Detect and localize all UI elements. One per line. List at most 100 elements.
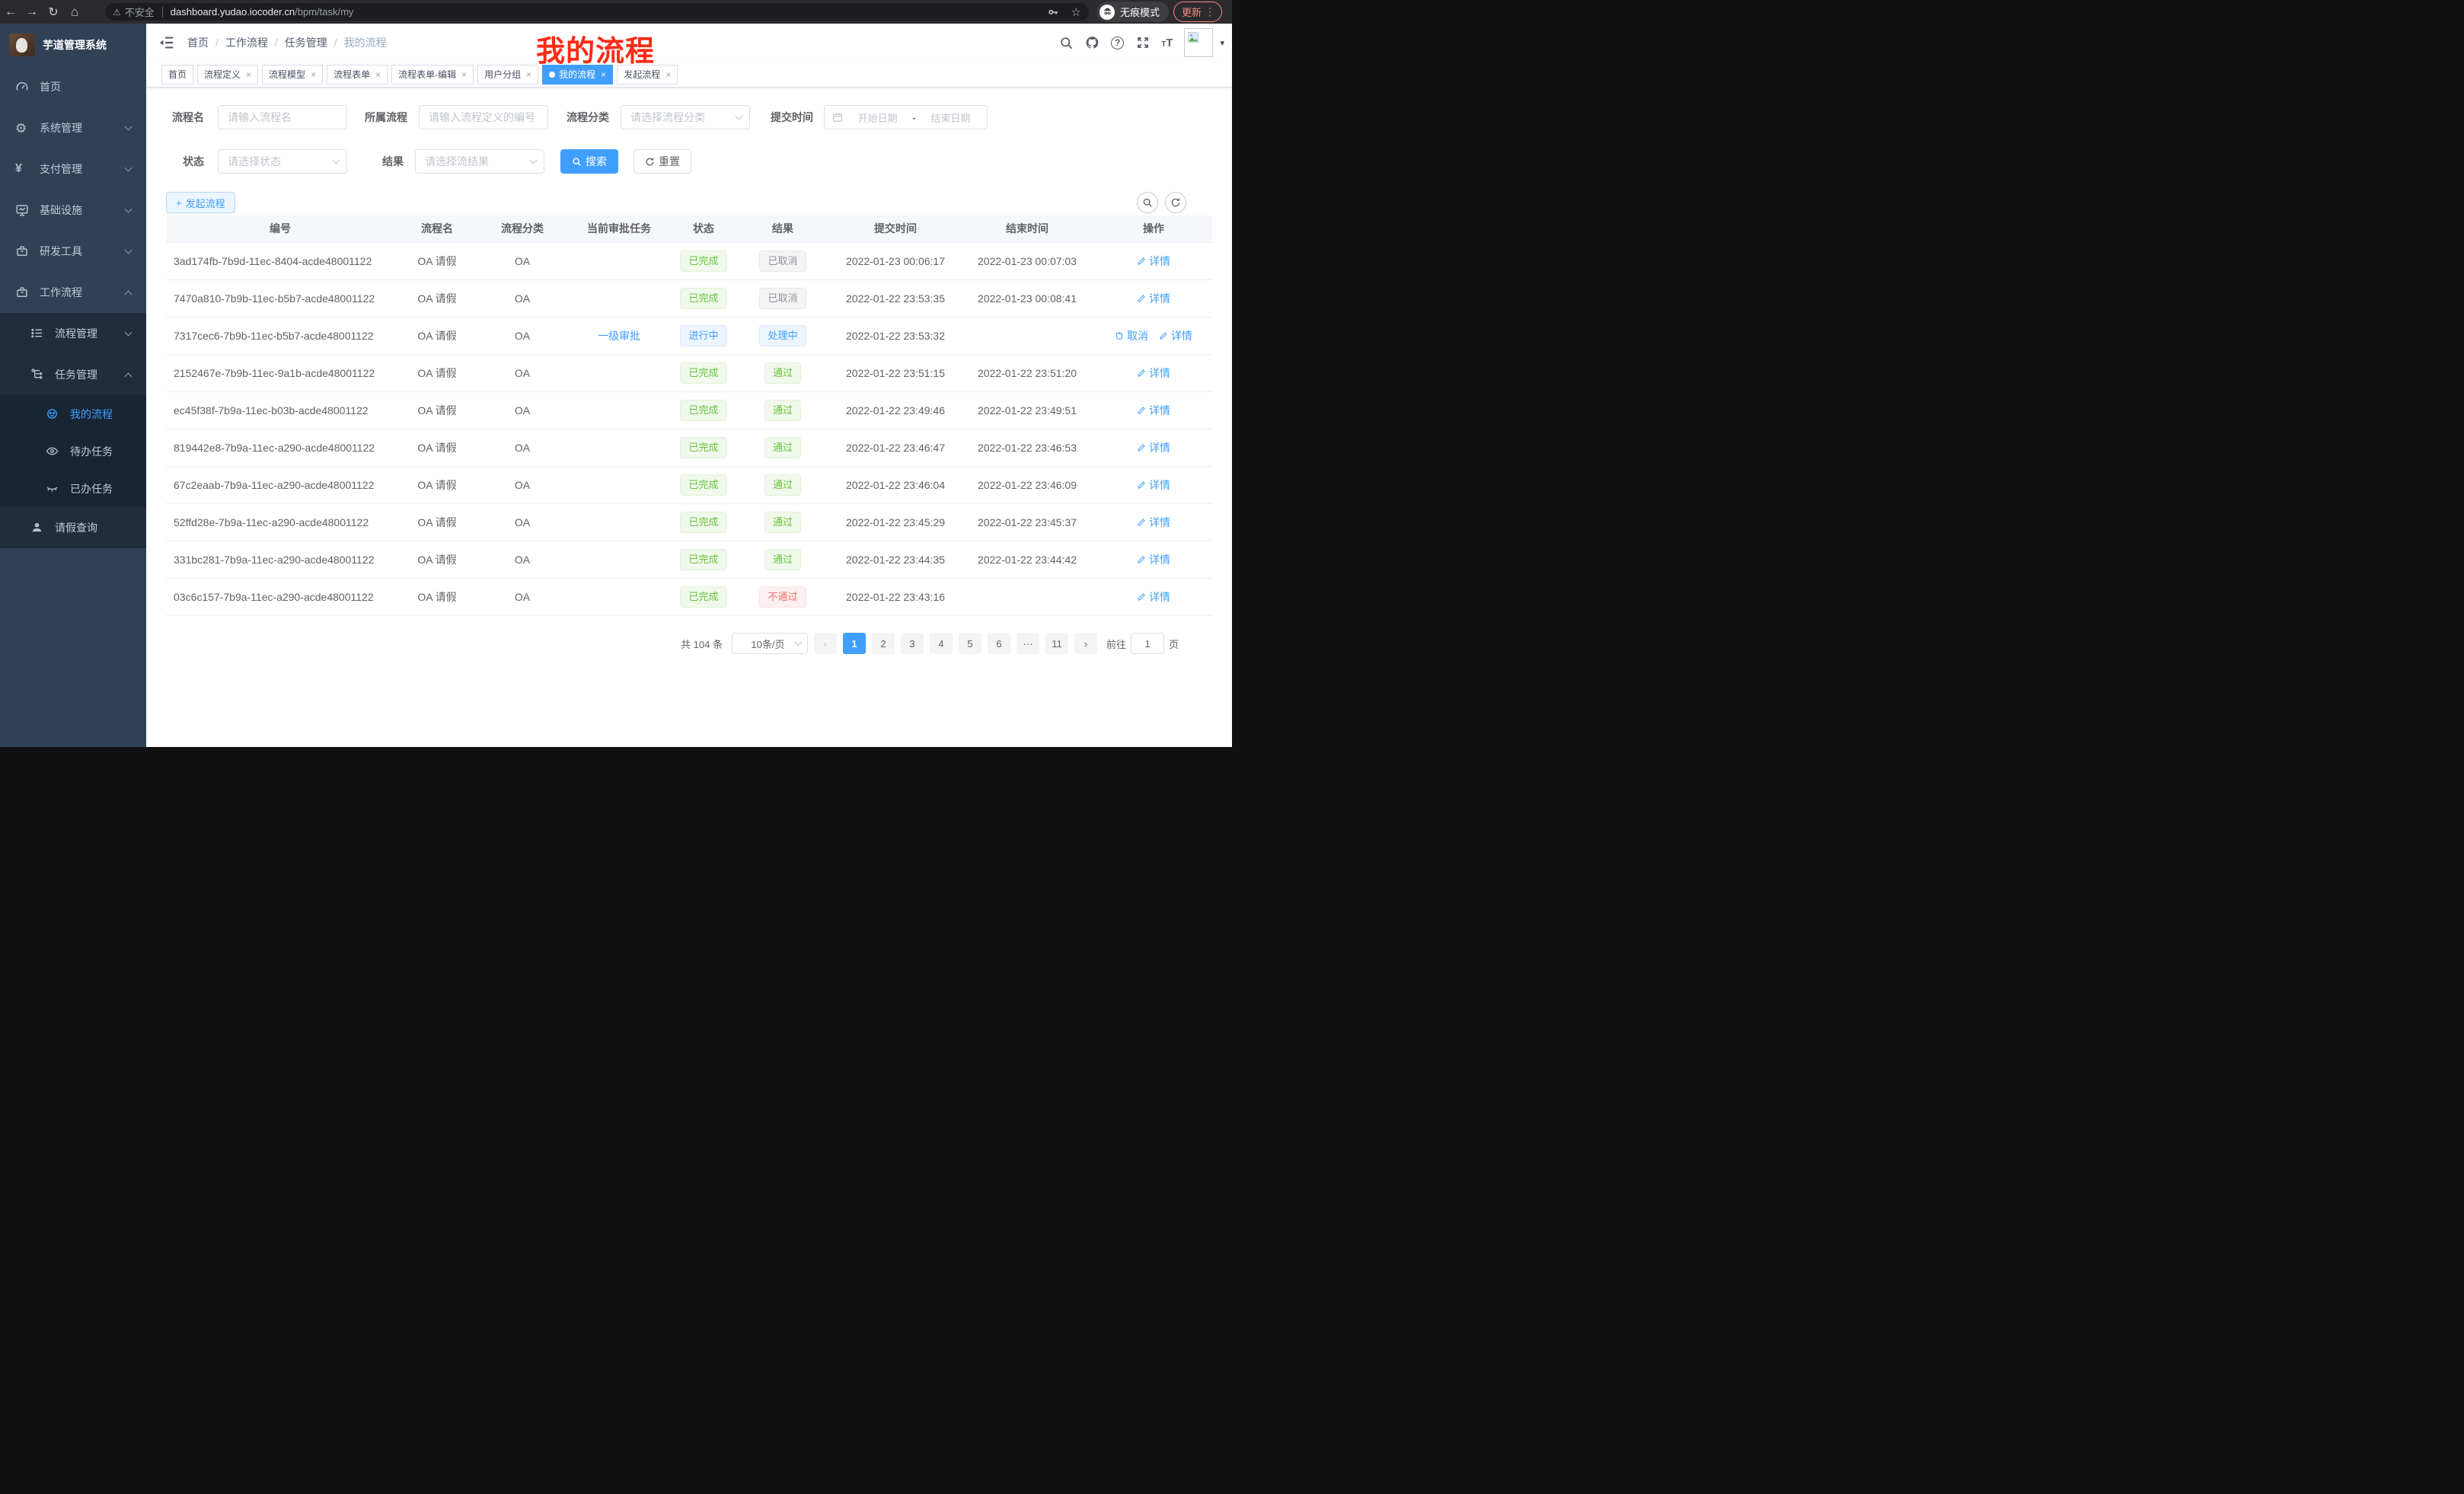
update-button[interactable]: 更新 ⋮ xyxy=(1173,2,1222,22)
result-select[interactable]: 请选择流结果 xyxy=(415,149,544,174)
sidebar-toggle-icon[interactable] xyxy=(158,34,175,51)
avatar-caret-icon[interactable]: ▾ xyxy=(1220,38,1224,48)
tab-close-icon[interactable]: × xyxy=(246,69,251,80)
tab-process-form-edit[interactable]: 流程表单-编辑× xyxy=(391,65,474,85)
sidebar-item-todo-task[interactable]: 待办任务 xyxy=(0,433,146,470)
browser-toolbar: ← → ↻ ⌂ ⚠ 不安全 dashboard.yudao.iocoder.cn… xyxy=(0,0,1232,24)
process-definition-input[interactable] xyxy=(419,105,548,129)
prev-page-button[interactable]: ‹ xyxy=(814,633,837,654)
sidebar-item-task-mgmt[interactable]: 任务管理 xyxy=(0,354,146,395)
sidebar-item-infra[interactable]: 基础设施 xyxy=(0,190,146,231)
user-icon xyxy=(30,521,44,535)
page-jump-input[interactable] xyxy=(1131,633,1164,654)
sidebar-item-pay[interactable]: ¥ 支付管理 xyxy=(0,148,146,190)
tab-close-icon[interactable]: × xyxy=(311,69,316,80)
avatar[interactable] xyxy=(1184,28,1213,57)
forward-icon[interactable]: → xyxy=(21,5,43,19)
tab-close-icon[interactable]: × xyxy=(665,69,671,80)
toggle-search-button[interactable] xyxy=(1137,192,1158,213)
more-pages-button[interactable]: ··· xyxy=(1017,633,1039,654)
refresh-table-button[interactable] xyxy=(1165,192,1186,213)
edit-icon xyxy=(1159,331,1168,340)
sidebar-item-workflow[interactable]: 工作流程 xyxy=(0,272,146,313)
breadcrumb-task-mgmt[interactable]: 任务管理 xyxy=(285,35,327,50)
status-badge: 进行中 xyxy=(680,325,726,346)
status-badge: 已完成 xyxy=(680,474,726,496)
search-button[interactable]: 搜索 xyxy=(560,149,618,174)
tab-process-model[interactable]: 流程模型× xyxy=(262,65,323,85)
annotation-text: 我的流程 xyxy=(536,27,655,69)
app-logo[interactable]: 芋道管理系统 xyxy=(0,24,146,66)
status-badge: 已完成 xyxy=(680,362,726,384)
reset-button[interactable]: 重置 xyxy=(634,149,691,174)
sidebar-item-process-mgmt[interactable]: 流程管理 xyxy=(0,313,146,354)
reload-icon[interactable]: ↻ xyxy=(43,5,64,20)
detail-button[interactable]: 详情 xyxy=(1137,366,1170,381)
browser-menu-kebab-icon[interactable]: ⋮ xyxy=(1205,5,1215,18)
start-date-placeholder[interactable]: 开始日期 xyxy=(849,110,906,125)
font-size-icon[interactable]: TT xyxy=(1161,37,1173,49)
next-page-button[interactable]: › xyxy=(1074,633,1097,654)
tab-close-icon[interactable]: × xyxy=(375,69,381,80)
breadcrumb-workflow[interactable]: 工作流程 xyxy=(225,35,268,50)
chevron-down-icon xyxy=(795,639,803,646)
page-button[interactable]: 5 xyxy=(959,633,981,654)
process-name-input[interactable] xyxy=(218,105,347,129)
cell-name: OA 请假 xyxy=(394,242,480,279)
tab-process-definition[interactable]: 流程定义× xyxy=(197,65,258,85)
not-secure-warning-icon: ⚠ xyxy=(113,7,121,18)
tab-home[interactable]: 首页 xyxy=(161,65,193,85)
page-size-select[interactable]: 10条/页 xyxy=(732,633,808,654)
page-button[interactable]: 2 xyxy=(872,633,895,654)
create-process-button[interactable]: + 发起流程 xyxy=(166,192,235,213)
sidebar-item-my-process[interactable]: 我的流程 xyxy=(0,395,146,433)
logo-image xyxy=(9,34,35,56)
github-icon[interactable] xyxy=(1085,36,1100,50)
security-label[interactable]: 不安全 xyxy=(125,5,155,19)
password-key-icon[interactable] xyxy=(1046,5,1061,19)
page-button[interactable]: 6 xyxy=(988,633,1010,654)
end-date-placeholder[interactable]: 结束日期 xyxy=(922,110,979,125)
status-select[interactable]: 请选择状态 xyxy=(218,149,347,174)
detail-button[interactable]: 详情 xyxy=(1137,477,1170,493)
sidebar-item-done-task[interactable]: 已办任务 xyxy=(0,470,146,507)
sidebar-item-leave-query[interactable]: 请假查询 xyxy=(0,507,146,548)
detail-button[interactable]: 详情 xyxy=(1137,440,1170,455)
bookmark-star-icon[interactable]: ☆ xyxy=(1071,5,1081,19)
page-button[interactable]: 4 xyxy=(930,633,953,654)
search-icon[interactable] xyxy=(1059,36,1074,50)
detail-button[interactable]: 详情 xyxy=(1137,515,1170,530)
result-badge: 通过 xyxy=(764,549,801,570)
tab-close-icon[interactable]: × xyxy=(601,69,606,80)
detail-button[interactable]: 详情 xyxy=(1137,552,1170,567)
fullscreen-icon[interactable] xyxy=(1135,36,1150,50)
cancel-button[interactable]: 取消 xyxy=(1115,328,1148,343)
tab-process-form[interactable]: 流程表单× xyxy=(327,65,388,85)
date-range-picker[interactable]: 开始日期 - 结束日期 xyxy=(824,105,988,129)
filter-process: 所属流程 xyxy=(362,105,548,129)
tab-user-group[interactable]: 用户分组× xyxy=(477,65,538,85)
page-button[interactable]: 1 xyxy=(843,633,866,654)
address-bar[interactable]: ⚠ 不安全 dashboard.yudao.iocoder.cn /bpm/ta… xyxy=(105,3,1089,21)
page-button[interactable]: 11 xyxy=(1045,633,1068,654)
breadcrumb-home[interactable]: 首页 xyxy=(187,35,209,50)
tab-close-icon[interactable]: × xyxy=(461,69,467,80)
sidebar-item-home[interactable]: 首页 xyxy=(0,66,146,107)
help-icon[interactable]: ? xyxy=(1111,37,1124,49)
category-select[interactable]: 请选择流程分类 xyxy=(621,105,750,129)
detail-button[interactable]: 详情 xyxy=(1137,254,1170,269)
detail-button[interactable]: 详情 xyxy=(1137,403,1170,418)
sidebar-item-system[interactable]: ⚙ 系统管理 xyxy=(0,107,146,148)
tab-close-icon[interactable]: × xyxy=(526,69,531,80)
detail-button[interactable]: 详情 xyxy=(1159,328,1192,343)
back-icon[interactable]: ← xyxy=(0,5,21,19)
home-icon[interactable]: ⌂ xyxy=(64,5,85,20)
status-badge: 已完成 xyxy=(680,251,726,272)
detail-button[interactable]: 详情 xyxy=(1137,589,1170,605)
sidebar-item-devtools[interactable]: 研发工具 xyxy=(0,231,146,272)
detail-button[interactable]: 详情 xyxy=(1137,291,1170,306)
result-badge: 通过 xyxy=(764,400,801,421)
current-task-link[interactable]: 一级审批 xyxy=(598,328,640,343)
dashboard-icon xyxy=(15,80,29,94)
page-button[interactable]: 3 xyxy=(901,633,924,654)
